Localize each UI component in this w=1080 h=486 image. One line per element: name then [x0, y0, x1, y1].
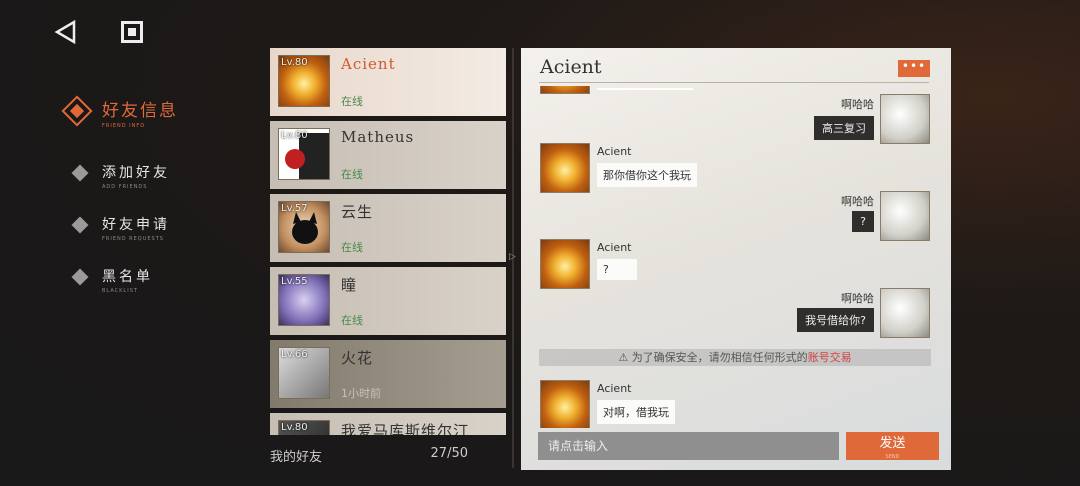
- avatar: Lv.80: [278, 420, 330, 435]
- friend-status: 1小时前: [341, 387, 381, 400]
- friend-status: 在线: [341, 168, 363, 181]
- square-home-icon: [121, 21, 143, 43]
- avatar[interactable]: [880, 94, 930, 144]
- friend-name: Matheus: [341, 128, 415, 146]
- level-label: Lv.57: [281, 203, 308, 214]
- message-bubble: 高三复习: [814, 116, 874, 140]
- friend-name: Acient: [341, 55, 396, 73]
- chat-title: Acient: [540, 56, 602, 78]
- friend-row[interactable]: Lv.66 火花 1小时前: [270, 340, 506, 408]
- friend-row[interactable]: Lv.80 Acient 在线: [270, 48, 506, 116]
- side-menu: 好友信息 FRIEND INFO 添加好友 ADD FRIENDS 好友申请 F…: [61, 95, 262, 318]
- message-bubble: 对啊，借我玩: [597, 400, 675, 424]
- menu-item-blacklist[interactable]: 黑名单 BLACKLIST: [62, 266, 262, 318]
- friend-list-footer: 我的好友 27/50: [270, 446, 506, 465]
- message-list[interactable]: 啊哈哈 高三复习 Acient 那你借你这个我玩 啊哈哈 ? Acient ? …: [521, 86, 951, 428]
- friend-name: 云生: [341, 203, 374, 221]
- avatar[interactable]: [540, 143, 590, 193]
- sender-name: Acient: [597, 382, 632, 395]
- menu-label-en: BLACKLIST: [102, 288, 138, 294]
- diamond-icon: [71, 164, 89, 182]
- message-bubble: ?: [597, 259, 637, 280]
- sender-name: Acient: [597, 241, 632, 254]
- more-options-button[interactable]: •••: [898, 60, 930, 77]
- friend-status: 在线: [341, 241, 363, 254]
- avatar[interactable]: [540, 380, 590, 428]
- avatar: [540, 86, 590, 94]
- menu-label: 好友申请: [102, 217, 170, 233]
- home-button[interactable]: [118, 18, 146, 46]
- friend-status: 在线: [341, 314, 363, 327]
- avatar: Lv.66: [278, 347, 330, 399]
- menu-label-en: FRIEND REQUESTS: [102, 236, 164, 242]
- message-bubble: ?: [852, 211, 874, 232]
- friend-row[interactable]: Lv.57 云生 在线: [270, 194, 506, 262]
- back-triangle-icon: [54, 19, 76, 45]
- message-bubble: 我号借给你?: [797, 308, 874, 332]
- security-notice: ⚠ 为了确保安全，请勿相信任何形式的账号交易: [539, 349, 931, 366]
- friend-list[interactable]: Lv.80 Acient 在线 Lv.80 Matheus 在线 Lv.57 云…: [270, 48, 506, 435]
- menu-label-en: ADD FRIENDS: [102, 184, 148, 190]
- menu-item-friend-info[interactable]: 好友信息 FRIEND INFO: [61, 95, 262, 162]
- notice-text: 为了确保安全，请勿相信任何形式的: [631, 351, 808, 364]
- friend-count: 27/50: [430, 446, 468, 461]
- avatar[interactable]: [880, 191, 930, 241]
- friend-name: 我爱马库斯维尔汀: [341, 422, 470, 435]
- friend-row[interactable]: Lv.80 我爱马库斯维尔汀: [270, 413, 506, 435]
- avatar: Lv.80: [278, 55, 330, 107]
- menu-item-add-friends[interactable]: 添加好友 ADD FRIENDS: [62, 162, 262, 214]
- menu-item-friend-requests[interactable]: 好友申请 FRIEND REQUESTS: [62, 214, 262, 266]
- menu-label-en: FRIEND INFO: [102, 123, 146, 129]
- sender-name: 啊哈哈: [841, 292, 874, 305]
- avatar: Lv.55: [278, 274, 330, 326]
- send-label: 发送: [879, 436, 906, 451]
- collapse-arrow-icon[interactable]: ▷: [509, 252, 516, 262]
- menu-label: 黑名单: [102, 269, 153, 285]
- message-bubble: 那你借你这个我玩: [597, 163, 697, 187]
- diamond-icon: [71, 216, 89, 234]
- notice-highlight: 账号交易: [807, 351, 852, 364]
- chat-panel: Acient ••• 啊哈哈 高三复习 Acient 那你借你这个我玩 啊哈哈 …: [521, 48, 951, 470]
- avatar[interactable]: [540, 239, 590, 289]
- warning-icon: ⚠: [618, 351, 629, 364]
- send-label-en: SEND: [885, 454, 900, 460]
- friend-name: 火花: [341, 349, 374, 367]
- friend-row[interactable]: Lv.55 瞳 在线: [270, 267, 506, 335]
- diamond-icon: [61, 95, 93, 127]
- level-label: Lv.80: [281, 57, 308, 68]
- level-label: Lv.80: [281, 130, 308, 141]
- my-friends-label: 我的好友: [270, 450, 323, 465]
- friend-status: 在线: [341, 95, 363, 108]
- sender-name: Acient: [597, 145, 632, 158]
- avatar[interactable]: [880, 288, 930, 338]
- message-input[interactable]: 请点击输入: [538, 432, 839, 460]
- menu-label: 添加好友: [102, 165, 170, 181]
- sender-name: 啊哈哈: [841, 98, 874, 111]
- level-label: Lv.80: [281, 422, 308, 433]
- friend-name: 瞳: [341, 276, 358, 294]
- level-label: Lv.66: [281, 349, 308, 360]
- sender-name: 啊哈哈: [841, 195, 874, 208]
- menu-label: 好友信息: [102, 101, 178, 121]
- diamond-icon: [71, 268, 89, 286]
- avatar: Lv.57: [278, 201, 330, 253]
- friend-row[interactable]: Lv.80 Matheus 在线: [270, 121, 506, 189]
- avatar: Lv.80: [278, 128, 330, 180]
- back-button[interactable]: [52, 18, 80, 46]
- title-divider: [539, 82, 929, 83]
- level-label: Lv.55: [281, 276, 308, 287]
- bubble-edge: [597, 88, 693, 90]
- send-button[interactable]: 发送 SEND: [846, 432, 939, 460]
